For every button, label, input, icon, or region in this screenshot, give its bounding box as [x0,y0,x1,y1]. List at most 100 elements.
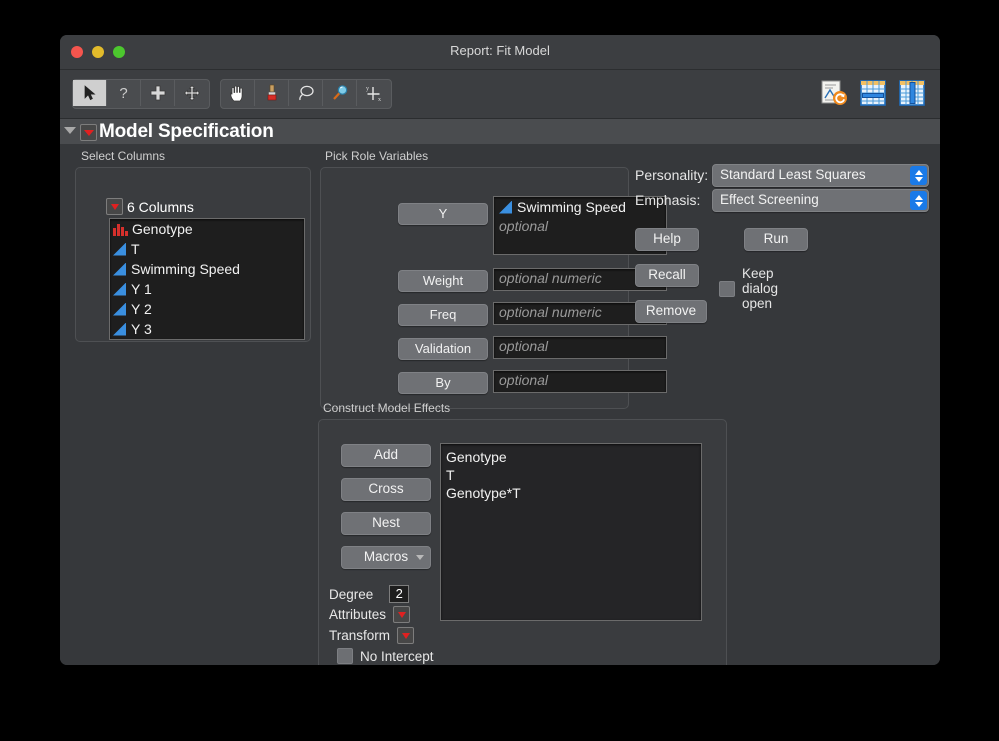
column-name: Swimming Speed [131,261,240,277]
continuous-triangle-icon [113,242,126,256]
transform-row: Transform [329,627,415,644]
attributes-row: Attributes [329,606,411,623]
svg-text:y: y [366,86,369,92]
chevron-updown-icon[interactable] [910,191,927,210]
model-effects-listbox[interactable]: Genotype T Genotype*T [440,443,702,621]
role-placeholder-validation: optional [499,338,549,354]
window-title: Report: Fit Model [450,43,550,58]
keep-dialog-open-row[interactable]: Keep dialog open [719,266,778,311]
transform-label: Transform [329,628,391,643]
table-column-select-icon[interactable] [896,76,928,110]
toolbar-group-graph: y x [220,79,392,109]
lasso-tool[interactable] [289,80,323,106]
toolbar: ? y x [60,70,940,119]
macros-button[interactable]: Macros [341,546,431,569]
columns-count-header[interactable]: 6 Columns [106,198,194,215]
emphasis-label: Emphasis: [635,192,701,208]
table-row-select-icon[interactable] [857,76,889,110]
attributes-menu-icon[interactable] [393,606,411,623]
columns-count-label: 6 Columns [127,198,194,215]
personality-value: Standard Least Squares [720,167,866,182]
degree-row: Degree 2 [329,585,410,603]
list-item[interactable]: Y 2 [110,299,304,319]
continuous-triangle-icon [113,262,126,276]
attributes-label: Attributes [329,607,387,622]
column-name: Y 3 [131,321,152,337]
column-name: Genotype [132,221,193,237]
axis-crosshair-tool[interactable]: y x [357,80,391,106]
page-title: Model Specification [99,121,274,142]
column-name: T [131,241,140,257]
emphasis-value: Effect Screening [720,192,819,207]
brush-tool[interactable] [255,80,289,106]
fit-model-window: Report: Fit Model ? y x Model Specificat… [60,35,940,665]
arrow-select-tool[interactable] [73,80,107,106]
recall-button[interactable]: Recall [635,264,699,287]
svg-text:x: x [378,97,381,102]
personality-label: Personality: [635,167,709,183]
emphasis-select[interactable]: Effect Screening [712,189,929,212]
dialog-body: Select Columns 6 Columns Genotype T Swim… [60,144,940,665]
macros-label: Macros [363,549,409,564]
journal-refresh-icon[interactable] [818,76,850,110]
move-arrows-tool[interactable] [175,80,209,106]
transform-menu-icon[interactable] [397,627,415,644]
model-specification-outline-bar[interactable]: Model Specification [60,119,940,144]
hand-grabber-tool[interactable] [221,80,255,106]
construct-model-effects-panel: Add Cross Nest Macros Genotype T Genotyp… [318,419,727,665]
add-effect-button[interactable]: Add [341,444,431,467]
toolbar-group-selection: ? [72,79,210,109]
role-placeholder-by: optional [499,372,549,388]
chevron-down-icon [416,555,424,560]
crosshair-plus-tool[interactable] [141,80,175,106]
disclosure-triangle-icon[interactable] [64,127,76,134]
no-intercept-row[interactable]: No Intercept [337,648,434,664]
window-titlebar: Report: Fit Model [60,35,940,70]
role-button-weight[interactable]: Weight [398,270,488,292]
list-item[interactable]: Genotype*T [446,484,701,502]
remove-button[interactable]: Remove [635,300,707,323]
outline-menu-icon[interactable] [80,124,97,141]
keep-dialog-open-checkbox[interactable] [719,280,735,297]
continuous-triangle-icon [113,322,126,336]
keep-dialog-open-label: Keep dialog open [742,266,779,311]
continuous-triangle-icon [499,200,512,214]
continuous-triangle-icon [113,282,126,296]
pick-role-variables-label: Pick Role Variables [325,149,429,163]
list-item[interactable]: Genotype [110,219,304,239]
select-columns-panel: 6 Columns Genotype T Swimming Speed Y 1 … [75,167,311,342]
help-button[interactable]: Help [635,228,699,251]
list-item[interactable]: Y 3 [110,319,304,339]
role-button-by[interactable]: By [398,372,488,394]
no-intercept-checkbox[interactable] [337,648,353,664]
list-item[interactable]: Y 1 [110,279,304,299]
role-button-y[interactable]: Y [398,203,488,225]
list-item[interactable]: Genotype [446,448,701,466]
construct-model-effects-label: Construct Model Effects [323,401,451,415]
role-field-by[interactable]: optional [493,370,667,393]
personality-select[interactable]: Standard Least Squares [712,164,929,187]
column-name: Y 2 [131,301,152,317]
chevron-updown-icon[interactable] [910,166,927,185]
columns-menu-icon[interactable] [106,198,123,215]
nominal-bars-icon [113,223,128,236]
question-help-tool[interactable]: ? [107,80,141,106]
role-button-validation[interactable]: Validation [398,338,488,360]
run-button[interactable]: Run [744,228,808,251]
cross-effect-button[interactable]: Cross [341,478,431,501]
role-button-freq[interactable]: Freq [398,304,488,326]
columns-listbox[interactable]: Genotype T Swimming Speed Y 1 Y 2 Y 3 [109,218,305,340]
degree-input[interactable]: 2 [389,585,410,603]
select-columns-label: Select Columns [81,149,166,163]
magnifier-tool[interactable] [323,80,357,106]
role-value-y: Swimming Speed [517,199,626,215]
nest-effect-button[interactable]: Nest [341,512,431,535]
list-item[interactable]: T [110,239,304,259]
list-item[interactable]: Swimming Speed [110,259,304,279]
continuous-triangle-icon [113,302,126,316]
pick-role-variables-panel: Y Swimming Speed optional Weight optiona… [320,167,667,409]
no-intercept-label: No Intercept [360,648,434,664]
list-item[interactable]: T [446,466,701,484]
role-field-validation[interactable]: optional [493,336,667,359]
column-name: Y 1 [131,281,152,297]
